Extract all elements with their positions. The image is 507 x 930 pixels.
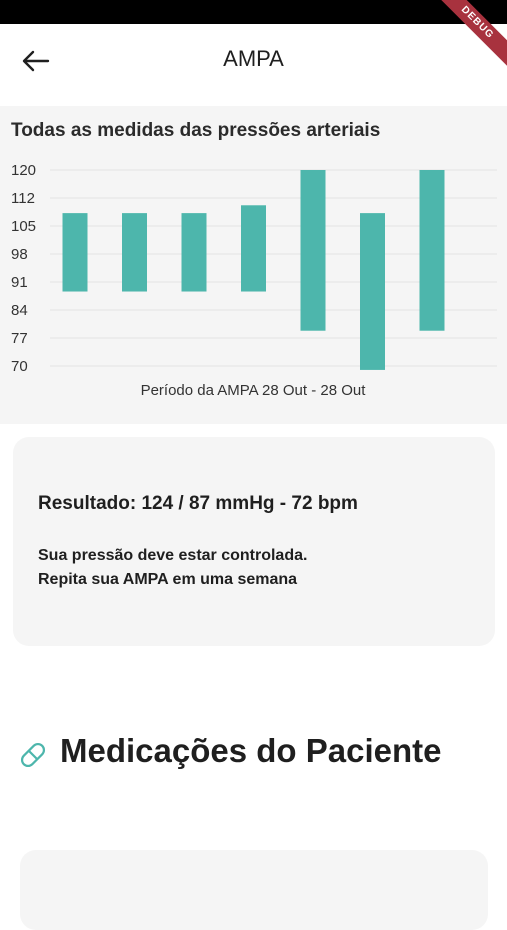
- medications-title: Medicações do Paciente: [60, 732, 442, 769]
- pressure-chart-card: Todas as medidas das pressões arteriais …: [0, 106, 507, 424]
- y-tick-label: 91: [11, 274, 28, 291]
- pressure-bar-6: [360, 213, 385, 370]
- y-tick-label: 120: [11, 162, 36, 179]
- x-axis-label: Período da AMPA 28 Out - 28 Out: [141, 382, 367, 399]
- app-bar: AMPA: [0, 24, 507, 98]
- pressure-bar-7: [419, 170, 445, 331]
- result-heading: Resultado: 124 / 87 mmHg - 72 bpm: [38, 493, 358, 514]
- y-tick-label: 84: [11, 302, 28, 319]
- y-tick-label: 105: [11, 218, 36, 235]
- y-tick-label: 70: [11, 358, 28, 375]
- page-title: AMPA: [223, 46, 284, 71]
- pill-icon: [20, 742, 46, 768]
- medication-card[interactable]: [20, 850, 488, 930]
- y-tick-label: 77: [11, 330, 28, 347]
- result-message-line-1: Sua pressão deve estar controlada.: [38, 547, 308, 564]
- pressure-bar-3: [181, 213, 207, 292]
- result-card: Resultado: 124 / 87 mmHg - 72 bpm Sua pr…: [13, 437, 495, 646]
- status-bar: [0, 0, 507, 24]
- pressure-bar-4: [241, 205, 266, 292]
- pressure-bar-1: [62, 213, 88, 292]
- y-tick-label: 98: [11, 246, 28, 263]
- pressure-bar-2: [122, 213, 147, 292]
- pressure-bar-5: [300, 170, 326, 331]
- pressure-chart: 120 112 105 98 91 84 77 70 Período da AMPA 28 Ou…: [11, 162, 497, 399]
- y-tick-label: 112: [11, 190, 35, 207]
- result-message-line-2: Repita sua AMPA em uma semana: [38, 571, 298, 588]
